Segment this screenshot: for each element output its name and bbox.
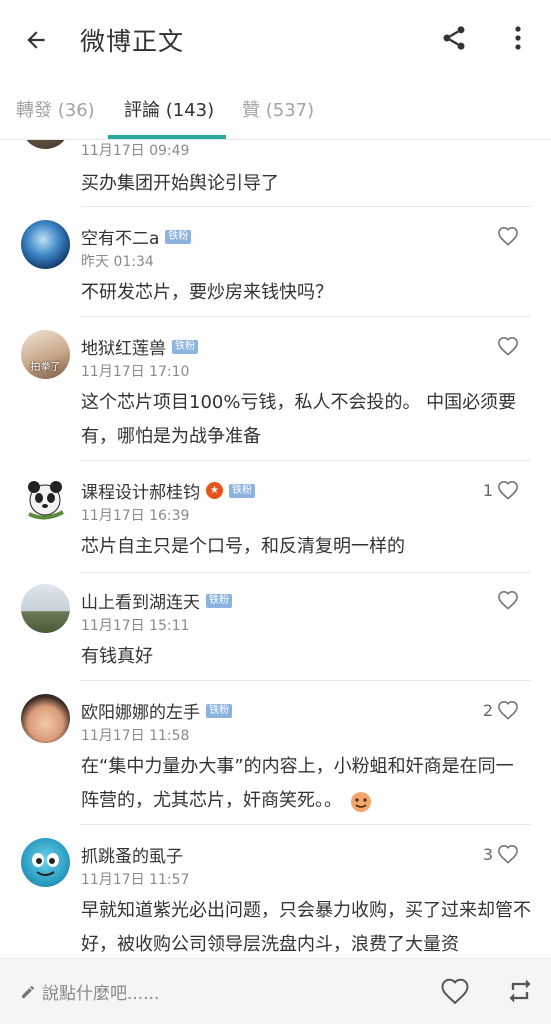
like-button[interactable] bbox=[497, 590, 519, 610]
avatar[interactable] bbox=[21, 220, 70, 269]
page-title: 微博正文 bbox=[80, 27, 185, 56]
cartoon-avatar-icon bbox=[32, 853, 59, 876]
comment-header: 空有不二a 铁粉 bbox=[81, 224, 192, 249]
more-vertical-icon bbox=[515, 26, 521, 50]
like-count: 2 bbox=[482, 700, 493, 720]
comment-username[interactable]: 山上看到湖连天 bbox=[81, 588, 200, 613]
heart-icon bbox=[498, 480, 518, 500]
avatar[interactable] bbox=[21, 474, 70, 523]
tab-bar: 轉發 (36) 評論 (143) 贊 (537) bbox=[0, 78, 551, 140]
comment-text: 不研发芯片，要炒房来钱快吗？ bbox=[81, 282, 333, 303]
comment-list[interactable]: 11月17日 09:49 买办集团开始舆论引导了 空有不二a 铁粉 昨天 01:… bbox=[0, 140, 551, 958]
like-button[interactable] bbox=[497, 226, 519, 246]
comment-username[interactable]: 课程设计郝桂钧 bbox=[81, 478, 200, 503]
heart-icon bbox=[498, 844, 518, 864]
avatar[interactable]: 拍拳了 bbox=[21, 330, 70, 379]
heart-icon bbox=[498, 700, 518, 720]
heart-icon bbox=[441, 978, 469, 1005]
avatar[interactable] bbox=[21, 584, 70, 633]
comment-header: 抓跳蚤的虱子 bbox=[81, 842, 183, 867]
comment-time: 11月17日 16:39 bbox=[81, 508, 190, 524]
comment-item: 11月17日 09:49 买办集团开始舆论引导了 bbox=[0, 140, 551, 207]
like-button[interactable]: 2 bbox=[483, 700, 519, 720]
tab-likes[interactable]: 贊 (537) bbox=[242, 96, 314, 122]
comment-header: 欧阳娜娜的左手 铁粉 bbox=[81, 698, 232, 723]
fan-badge: 铁粉 bbox=[206, 703, 232, 718]
back-button[interactable] bbox=[16, 20, 56, 60]
comment-username[interactable]: 抓跳蚤的虱子 bbox=[81, 842, 183, 867]
tab-reposts[interactable]: 轉發 (36) bbox=[16, 96, 95, 122]
comment-username[interactable]: 空有不二a bbox=[81, 224, 159, 249]
share-icon bbox=[443, 26, 465, 50]
reply-input[interactable]: 說點什麼吧...... bbox=[20, 979, 159, 1004]
comment-time: 昨天 01:34 bbox=[81, 254, 154, 270]
comment-text: 这个芯片项目100%亏钱，私人不会投的。 中国必须要有，哪怕是为战争准备 bbox=[81, 392, 517, 447]
comment-item: 抓跳蚤的虱子 11月17日 11:57 3 早就知道紫光必出问题，只会暴力收购，… bbox=[0, 824, 551, 958]
panda-avatar-icon bbox=[28, 481, 64, 520]
reply-placeholder: 說點什麼吧...... bbox=[42, 984, 160, 1004]
fan-badge: 铁粉 bbox=[172, 339, 198, 354]
tab-comments[interactable]: 評論 (143) bbox=[124, 96, 214, 122]
heart-icon bbox=[498, 226, 518, 246]
vip-star-icon: ★ bbox=[206, 482, 223, 499]
comment-text-content: 在“集中力量办大事”的内容上，小粉蛆和奸商是在同一阵营的，尤其芯片，奸商笑死。。 bbox=[81, 756, 514, 811]
like-post-button[interactable] bbox=[440, 977, 470, 1007]
pencil-icon bbox=[22, 985, 34, 998]
like-button[interactable]: 1 bbox=[483, 480, 519, 500]
comment-time: 11月17日 09:49 bbox=[81, 143, 190, 159]
comment-item: 欧阳娜娜的左手 铁粉 11月17日 11:58 2 在“集中力量办大事”的内容上… bbox=[0, 680, 551, 825]
app-bar: 微博正文 bbox=[0, 0, 551, 78]
comment-header: 地狱红莲兽 铁粉 bbox=[81, 334, 198, 359]
avatar[interactable] bbox=[21, 838, 70, 887]
comment-item: 课程设计郝桂钧 ★ 铁粉 11月17日 16:39 1 芯片自主只是个口号，和反… bbox=[0, 460, 551, 573]
like-button[interactable] bbox=[497, 336, 519, 356]
comment-text: 芯片自主只是个口号，和反清复明一样的 bbox=[81, 536, 405, 557]
bottom-action-bar: 說點什麼吧...... bbox=[0, 958, 551, 1024]
like-count: 1 bbox=[482, 480, 493, 500]
active-tab-indicator bbox=[108, 135, 226, 139]
emoji-icon bbox=[350, 792, 371, 812]
comment-text: 在“集中力量办大事”的内容上，小粉蛆和奸商是在同一阵营的，尤其芯片，奸商笑死。。 bbox=[81, 750, 531, 818]
comment-time: 11月17日 11:57 bbox=[81, 872, 190, 888]
comment-username[interactable]: 欧阳娜娜的左手 bbox=[81, 698, 200, 723]
comment-header: 山上看到湖连天 铁粉 bbox=[81, 588, 232, 613]
comment-text: 早就知道紫光必出问题，只会暴力收购，买了过来却管不好，被收购公司领导层洗盘内斗，… bbox=[81, 900, 531, 955]
heart-icon bbox=[498, 590, 518, 610]
avatar-caption: 拍拳了 bbox=[30, 362, 61, 373]
like-button[interactable]: 3 bbox=[483, 844, 519, 864]
fan-badge: 铁粉 bbox=[206, 593, 232, 608]
comment-time: 11月17日 17:10 bbox=[81, 364, 190, 380]
share-button[interactable] bbox=[436, 20, 472, 56]
avatar[interactable] bbox=[21, 140, 70, 149]
comment-time: 11月17日 11:58 bbox=[81, 728, 190, 744]
comment-item: 山上看到湖连天 铁粉 11月17日 15:11 有钱真好 bbox=[0, 572, 551, 681]
repost-button[interactable] bbox=[506, 977, 534, 1007]
more-options-button[interactable] bbox=[505, 20, 531, 56]
fan-badge: 铁粉 bbox=[229, 483, 255, 498]
comment-text: 有钱真好 bbox=[81, 646, 153, 667]
comment-item: 拍拳了 地狱红莲兽 铁粉 11月17日 17:10 这个芯片项目100%亏钱，私… bbox=[0, 316, 551, 461]
repost-icon bbox=[509, 979, 531, 1003]
comment-header: 课程设计郝桂钧 ★ 铁粉 bbox=[81, 478, 255, 503]
comment-text: 买办集团开始舆论引导了 bbox=[81, 173, 279, 194]
comment-username[interactable]: 地狱红莲兽 bbox=[81, 334, 166, 359]
avatar[interactable] bbox=[21, 694, 70, 743]
heart-icon bbox=[498, 336, 518, 356]
comment-item: 空有不二a 铁粉 昨天 01:34 不研发芯片，要炒房来钱快吗？ bbox=[0, 206, 551, 317]
like-count: 3 bbox=[482, 844, 493, 864]
arrow-left-icon bbox=[27, 31, 45, 49]
comment-time: 11月17日 15:11 bbox=[81, 618, 190, 634]
fan-badge: 铁粉 bbox=[165, 229, 192, 244]
